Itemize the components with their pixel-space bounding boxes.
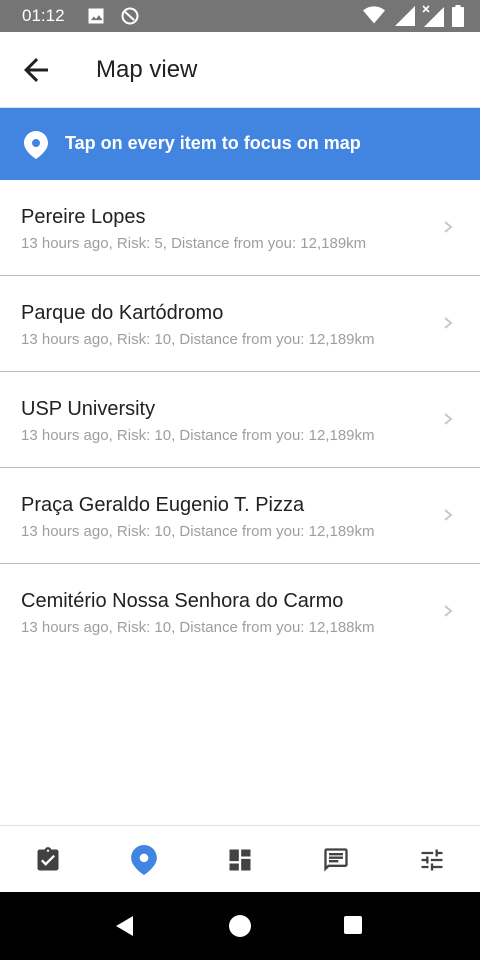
status-bar: 01:12 — [0, 0, 480, 32]
page-title: Map view — [96, 56, 198, 83]
nav-map[interactable] — [96, 826, 192, 893]
image-icon — [88, 8, 104, 24]
item-title: USP University — [21, 398, 156, 420]
battery-icon — [452, 5, 464, 27]
signal-icon — [395, 6, 416, 26]
list-item[interactable]: Cemitério Nossa Senhora do Carmo 13 hour… — [0, 564, 480, 659]
do-not-disturb-icon — [121, 7, 139, 25]
item-subtitle: 13 hours ago, Risk: 10, Distance from yo… — [21, 427, 375, 444]
nav-dashboard[interactable] — [192, 826, 288, 893]
nav-checklist[interactable] — [0, 826, 96, 893]
list-item[interactable]: Praça Geraldo Eugenio T. Pizza 13 hours … — [0, 468, 480, 564]
system-nav-bar — [0, 892, 480, 960]
list-item[interactable]: Pereire Lopes 13 hours ago, Risk: 5, Dis… — [0, 180, 480, 276]
location-pin-icon — [24, 131, 48, 159]
recents-square-icon[interactable] — [342, 914, 364, 936]
chevron-right-icon — [444, 221, 453, 233]
item-subtitle: 13 hours ago, Risk: 5, Distance from you… — [21, 235, 367, 252]
status-left-icons — [86, 6, 140, 26]
dashboard-icon — [229, 849, 251, 870]
status-right-icons — [362, 5, 464, 27]
chevron-right-icon — [444, 317, 453, 329]
signal-no-data-icon — [421, 5, 444, 27]
nav-chat[interactable] — [288, 826, 384, 893]
item-title: Parque do Kartódromo — [21, 302, 224, 324]
location-list: Pereire Lopes 13 hours ago, Risk: 5, Dis… — [0, 180, 480, 659]
item-subtitle: 13 hours ago, Risk: 10, Distance from yo… — [21, 523, 375, 540]
chat-icon — [324, 847, 348, 872]
wifi-icon — [362, 6, 385, 24]
app-bar: Map view — [0, 32, 480, 108]
tune-icon — [421, 849, 443, 870]
item-title: Praça Geraldo Eugenio T. Pizza — [21, 494, 305, 516]
arrow-back-icon — [24, 58, 48, 82]
bottom-nav — [0, 825, 480, 893]
back-button[interactable] — [18, 52, 54, 88]
back-triangle-icon[interactable] — [112, 914, 136, 938]
checklist-icon — [37, 846, 59, 870]
item-subtitle: 13 hours ago, Risk: 10, Distance from yo… — [21, 619, 375, 636]
location-pin-icon — [131, 844, 157, 875]
chevron-right-icon — [444, 509, 453, 521]
banner-text: Tap on every item to focus on map — [65, 133, 361, 153]
list-item[interactable]: Parque do Kartódromo 13 hours ago, Risk:… — [0, 276, 480, 372]
info-banner: Tap on every item to focus on map — [0, 108, 480, 180]
status-time: 01:12 — [22, 6, 65, 25]
item-title: Pereire Lopes — [21, 206, 146, 228]
item-subtitle: 13 hours ago, Risk: 10, Distance from yo… — [21, 331, 375, 348]
home-circle-icon[interactable] — [228, 914, 252, 938]
nav-settings[interactable] — [384, 826, 480, 893]
chevron-right-icon — [444, 605, 453, 617]
chevron-right-icon — [444, 413, 453, 425]
list-item[interactable]: USP University 13 hours ago, Risk: 10, D… — [0, 372, 480, 468]
item-title: Cemitério Nossa Senhora do Carmo — [21, 590, 344, 612]
